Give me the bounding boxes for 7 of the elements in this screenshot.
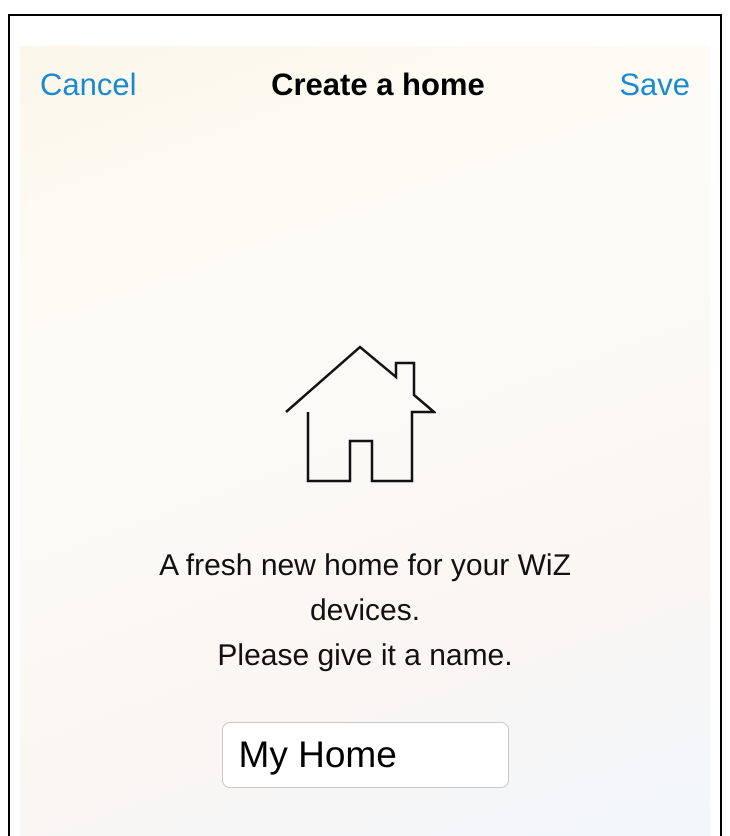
save-button[interactable]: Save xyxy=(619,62,690,108)
cancel-button[interactable]: Cancel xyxy=(40,62,136,108)
house-icon xyxy=(284,344,436,482)
screen-title: Create a home xyxy=(271,66,485,104)
description-text: A fresh new home for your WiZ devices. xyxy=(158,548,572,628)
home-name-field[interactable]: My Home xyxy=(222,722,508,788)
instruction-text: Please give it a name. xyxy=(217,638,513,674)
